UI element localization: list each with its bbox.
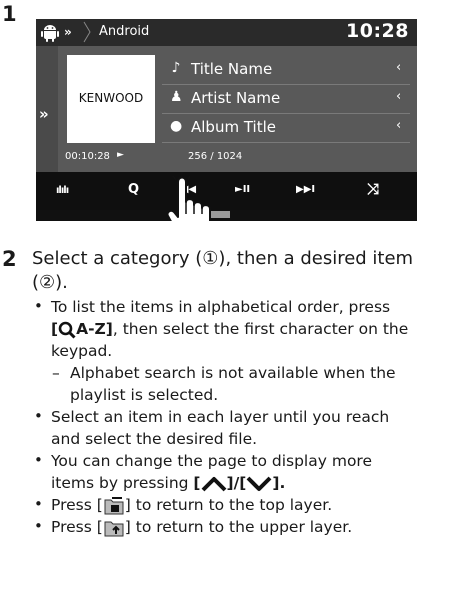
chevron-left-icon: ‹ — [396, 89, 402, 104]
bullet-text: To list the items in alphabetical order,… — [51, 298, 391, 316]
android-icon[interactable] — [41, 23, 59, 42]
row-divider — [162, 113, 410, 114]
pointing-hand-icon — [166, 172, 211, 221]
step2-instruction-cont: (②). — [32, 272, 68, 293]
device-screen: » Android 10:28 » KENWOOD ♪ Title Name ‹… — [36, 19, 417, 221]
chevron-down-icon — [246, 476, 272, 491]
bullet-text: items by pressing []/[]. — [51, 474, 286, 492]
clock: 10:28 — [346, 20, 409, 42]
upper-layer-icon — [104, 521, 124, 536]
play-status-icon: ► — [117, 150, 124, 160]
chevron-up-icon — [201, 476, 226, 491]
track-count: 256 / 1024 — [188, 151, 243, 162]
search-button[interactable]: Q — [128, 182, 139, 197]
disc-icon: ● — [170, 118, 183, 134]
side-panel-tab[interactable]: » — [36, 46, 58, 186]
top-layer-icon — [104, 496, 124, 514]
step2-instruction: Select a category (①), then a desired it… — [32, 248, 414, 269]
top-bar: » Android 10:28 — [36, 19, 417, 46]
search-icon — [58, 321, 76, 339]
equalizer-button[interactable]: ılılı — [56, 185, 69, 196]
breadcrumb-separator-icon — [83, 21, 91, 43]
music-note-icon: ♪ — [171, 60, 181, 76]
side-tab-chevron: » — [39, 105, 49, 123]
bullet-text: Press [] to return to the upper layer. — [51, 518, 353, 536]
artist-name: Artist Name — [191, 89, 281, 107]
album-art: KENWOOD — [67, 55, 155, 143]
bullet-text: Press [] to return to the top layer. — [51, 496, 333, 514]
bullet-text: and select the desired file. — [51, 430, 258, 448]
breadcrumb-chevron[interactable]: » — [64, 25, 72, 39]
step-number-2: 2 — [2, 247, 17, 271]
row-divider — [162, 84, 410, 85]
bullet: • — [34, 517, 43, 535]
bullet: • — [34, 297, 43, 315]
control-bar: ılılı Q I◀◀ ►II ▶▶I ⤨ — [36, 172, 417, 210]
person-icon: ♟ — [170, 89, 183, 105]
bullet-text: keypad. — [51, 342, 113, 360]
next-button[interactable]: ▶▶I — [296, 184, 315, 195]
dash: – — [52, 364, 60, 382]
row-divider — [162, 142, 410, 143]
play-pause-button[interactable]: ►II — [235, 184, 250, 195]
bullet-text: Select an item in each layer until you r… — [51, 408, 390, 426]
sub-bullet-text: Alphabet search is not available when th… — [70, 364, 396, 382]
bullet: • — [34, 495, 43, 513]
album-art-logo: KENWOOD — [78, 91, 144, 105]
source-title: Android — [99, 24, 150, 39]
album-title: Album Title — [191, 118, 276, 136]
chevron-left-icon: ‹ — [396, 118, 402, 133]
sub-bullet-text: playlist is selected. — [70, 386, 219, 404]
step-number-1: 1 — [2, 2, 17, 26]
bullet-text: [A-Z], then select the first character o… — [51, 320, 409, 339]
chevron-left-icon: ‹ — [396, 60, 402, 75]
bullet: • — [34, 451, 43, 469]
elapsed-time: 00:10:28 — [65, 151, 110, 162]
bullet-text: You can change the page to display more — [51, 452, 372, 470]
shuffle-button[interactable]: ⤨ — [367, 180, 379, 198]
track-title: Title Name — [191, 60, 273, 78]
bullet: • — [34, 407, 43, 425]
